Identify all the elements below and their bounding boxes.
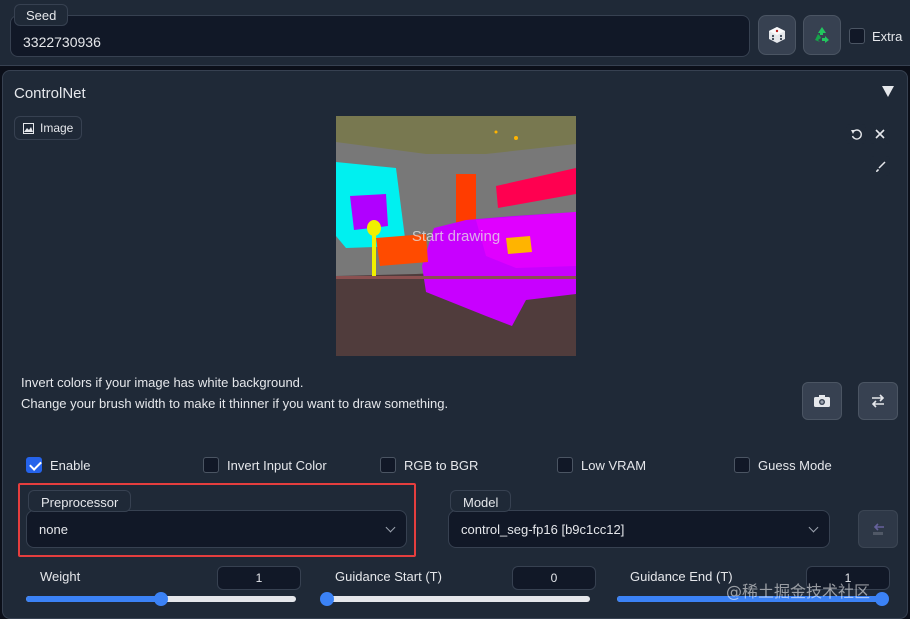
guidance-start-label: Guidance Start (T) [335, 569, 442, 584]
image-icon [23, 122, 34, 134]
rgb-to-bgr-label: RGB to BGR [404, 458, 479, 473]
close-icon [875, 129, 885, 139]
chevron-down-icon [808, 522, 819, 532]
guidance-start-number-input[interactable]: 0 [512, 566, 596, 590]
weight-number-input[interactable]: 1 [217, 566, 301, 590]
hint-invert-colors: Invert colors if your image has white ba… [21, 375, 304, 390]
preprocessor-label: Preprocessor [28, 490, 132, 512]
rgb-to-bgr-checkbox[interactable] [380, 457, 396, 473]
guidance-end-slider-thumb[interactable] [875, 592, 889, 606]
send-back-icon [873, 523, 884, 535]
swap-dimensions-button[interactable] [858, 382, 898, 420]
controlnet-title[interactable]: ControlNet [14, 85, 86, 102]
refresh-models-button[interactable] [858, 510, 898, 548]
watermark-text: @稀土掘金技术社区 [726, 582, 871, 601]
swap-arrows-icon [871, 394, 885, 408]
dice-icon [769, 27, 785, 43]
invert-input-color-checkbox[interactable] [203, 457, 219, 473]
hint-brush-width: Change your brush width to make it thinn… [21, 396, 449, 411]
guidance-start-slider[interactable] [320, 592, 590, 606]
model-label: Model [450, 490, 512, 512]
guidance-start-slider-thumb[interactable] [320, 592, 334, 606]
model-value: control_seg-fp16 [b9c1cc12] [461, 521, 625, 537]
reuse-seed-button[interactable] [803, 15, 841, 55]
undo-icon [850, 128, 862, 140]
guess-mode-checkbox[interactable] [734, 457, 750, 473]
enable-label: Enable [50, 458, 91, 473]
seed-input[interactable] [10, 15, 750, 57]
invert-input-color-label: Invert Input Color [227, 458, 327, 473]
collapse-triangle-icon[interactable] [882, 86, 894, 97]
model-dropdown[interactable]: control_seg-fp16 [b9c1cc12] [448, 510, 830, 548]
undo-button[interactable] [846, 124, 866, 144]
weight-slider-fill [26, 596, 161, 602]
image-tab-label: Image [40, 121, 74, 135]
random-seed-button[interactable] [758, 15, 796, 55]
camera-icon [814, 395, 830, 407]
weight-slider-thumb[interactable] [154, 592, 168, 606]
recycle-icon [815, 27, 829, 43]
low-vram-checkbox[interactable] [557, 457, 573, 473]
weight-slider[interactable] [26, 592, 296, 606]
enable-checkbox[interactable] [26, 457, 42, 473]
low-vram-label: Low VRAM [581, 458, 647, 473]
brush-button[interactable] [870, 156, 890, 176]
weight-label: Weight [40, 569, 81, 584]
clear-image-button[interactable] [870, 124, 890, 144]
extra-checkbox[interactable] [849, 28, 865, 44]
start-drawing-overlay: Start drawing [411, 228, 501, 245]
extra-label: Extra [872, 29, 903, 44]
seed-label: Seed [14, 4, 69, 26]
guess-mode-label: Guess Mode [758, 458, 832, 473]
camera-button[interactable] [802, 382, 842, 420]
image-tab[interactable]: Image [14, 116, 83, 140]
brush-icon [875, 160, 886, 172]
